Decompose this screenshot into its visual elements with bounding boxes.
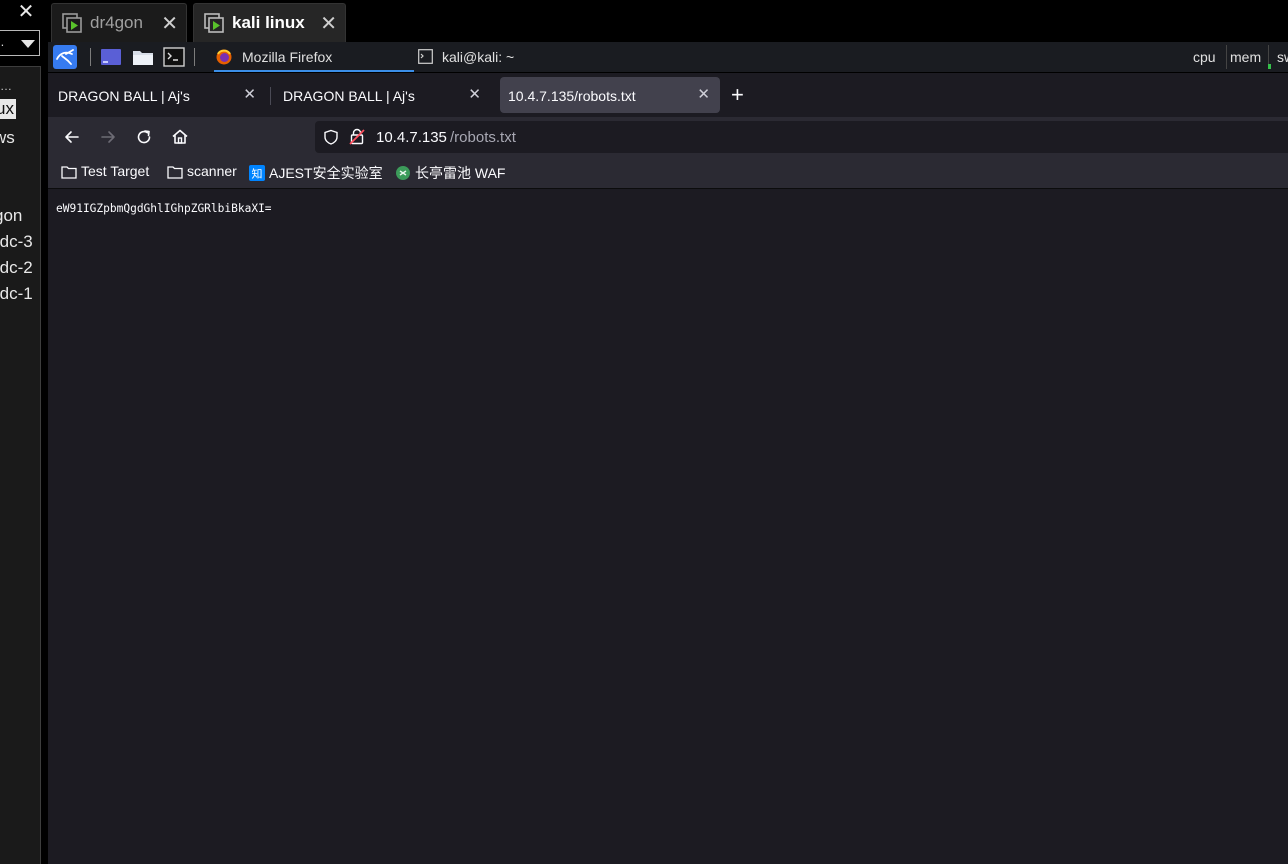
files-icon[interactable]	[132, 46, 154, 68]
task-terminal[interactable]: kali@kali: ~	[416, 42, 616, 72]
library-item[interactable]: -dc-2	[0, 258, 33, 278]
url-bar[interactable]: 10.4.7.135 /robots.txt	[315, 121, 1288, 153]
forward-icon[interactable]	[98, 127, 118, 147]
library-item[interactable]: …	[0, 79, 12, 93]
url-path: /robots.txt	[450, 129, 516, 146]
vm-tab-dr4gon[interactable]: dr4gon ✕	[51, 3, 187, 42]
reload-icon[interactable]	[134, 127, 154, 147]
library-filter-select[interactable]: ..	[0, 30, 40, 56]
cpu-monitor: cpu	[1193, 49, 1216, 65]
svg-text:知: 知	[252, 167, 263, 181]
close-icon[interactable]: ✕	[14, 0, 38, 24]
library-filter-value: ..	[0, 34, 5, 49]
vm-icon	[62, 13, 82, 33]
close-icon[interactable]: ✕	[161, 11, 178, 36]
browser-tab[interactable]: DRAGON BALL | Aj's ✕	[273, 77, 491, 113]
tab-title: DRAGON BALL | Aj's	[283, 88, 415, 104]
task-firefox[interactable]: Mozilla Firefox	[214, 42, 414, 72]
browser-tab[interactable]: DRAGON BALL | Aj's ✕	[48, 77, 266, 113]
vm-library-panel: ✕ .. … ux ws gon -dc-3 -dc-2 -dc-1	[0, 0, 48, 864]
terminal-icon	[418, 49, 433, 64]
close-icon[interactable]: ✕	[697, 85, 710, 103]
swap-monitor: sw	[1277, 49, 1288, 65]
library-item[interactable]: ws	[0, 128, 15, 148]
browser-tab-active[interactable]: 10.4.7.135/robots.txt ✕	[500, 77, 720, 113]
bookmark-label: AJEST安全实验室	[269, 165, 383, 181]
folder-icon	[61, 166, 77, 179]
mem-usage-bar	[1268, 64, 1271, 69]
shield-icon[interactable]	[323, 129, 339, 145]
kali-menu-icon[interactable]	[53, 45, 77, 69]
workspace-icon[interactable]	[100, 46, 122, 68]
vm-tab-kali-linux[interactable]: kali linux ✕	[193, 3, 346, 42]
task-label: kali@kali: ~	[442, 49, 515, 65]
firefox-icon	[216, 49, 232, 65]
tab-title: 10.4.7.135/robots.txt	[508, 88, 636, 104]
back-icon[interactable]	[62, 127, 82, 147]
close-icon[interactable]: ✕	[320, 11, 337, 36]
close-icon[interactable]: ✕	[468, 85, 481, 103]
insecure-lock-icon[interactable]	[349, 128, 365, 145]
folder-icon	[167, 166, 183, 179]
vm-tab-label: kali linux	[232, 13, 305, 32]
bookmark-scanner[interactable]: scanner	[167, 163, 237, 179]
task-label: Mozilla Firefox	[242, 49, 333, 65]
library-item[interactable]: -dc-1	[0, 284, 33, 304]
bookmark-label: 长亭雷池 WAF	[415, 165, 506, 181]
vm-tab-bar: dr4gon ✕ kali linux ✕	[48, 0, 1288, 44]
kali-top-panel: Mozilla Firefox kali@kali: ~ cpu mem sw	[48, 42, 1288, 73]
browser-tab-strip: DRAGON BALL | Aj's ✕ DRAGON BALL | Aj's …	[48, 73, 1288, 117]
bookmark-chaitin-waf[interactable]: 长亭雷池 WAF	[395, 163, 505, 183]
bookmark-ajest[interactable]: 知 AJEST安全实验室	[249, 163, 383, 183]
bookmarks-toolbar: Test Target scanner 知 AJEST安全实验室 长亭雷池 WA…	[48, 157, 1288, 189]
vm-library-list: … ux ws gon -dc-3 -dc-2 -dc-1	[0, 66, 41, 864]
robots-txt-content: eW91IGZpbmQgdGhlIGhpZGRlbiBkaXI=	[56, 202, 272, 215]
bookmark-label: scanner	[187, 163, 237, 179]
vm-icon	[204, 13, 224, 33]
new-tab-button[interactable]: +	[731, 82, 744, 108]
terminal-icon[interactable]	[163, 46, 185, 68]
zhihu-icon: 知	[249, 165, 265, 181]
library-item[interactable]: -dc-3	[0, 232, 33, 252]
home-icon[interactable]	[170, 127, 190, 147]
tab-title: DRAGON BALL | Aj's	[58, 88, 190, 104]
bookmark-label: Test Target	[81, 163, 150, 179]
url-host: 10.4.7.135	[376, 129, 447, 146]
chevron-down-icon	[21, 40, 35, 48]
library-item-selected[interactable]: ux	[0, 99, 16, 119]
vm-tab-label: dr4gon	[90, 13, 143, 32]
navigation-toolbar: 10.4.7.135 /robots.txt	[48, 117, 1288, 157]
page-content: eW91IGZpbmQgdGhlIGhpZGRlbiBkaXI=	[48, 189, 1288, 864]
bookmark-test-target[interactable]: Test Target	[61, 163, 149, 179]
mem-monitor: mem	[1230, 49, 1262, 65]
close-icon[interactable]: ✕	[243, 85, 256, 103]
library-item[interactable]: gon	[0, 206, 22, 226]
chaitin-icon	[396, 166, 410, 180]
